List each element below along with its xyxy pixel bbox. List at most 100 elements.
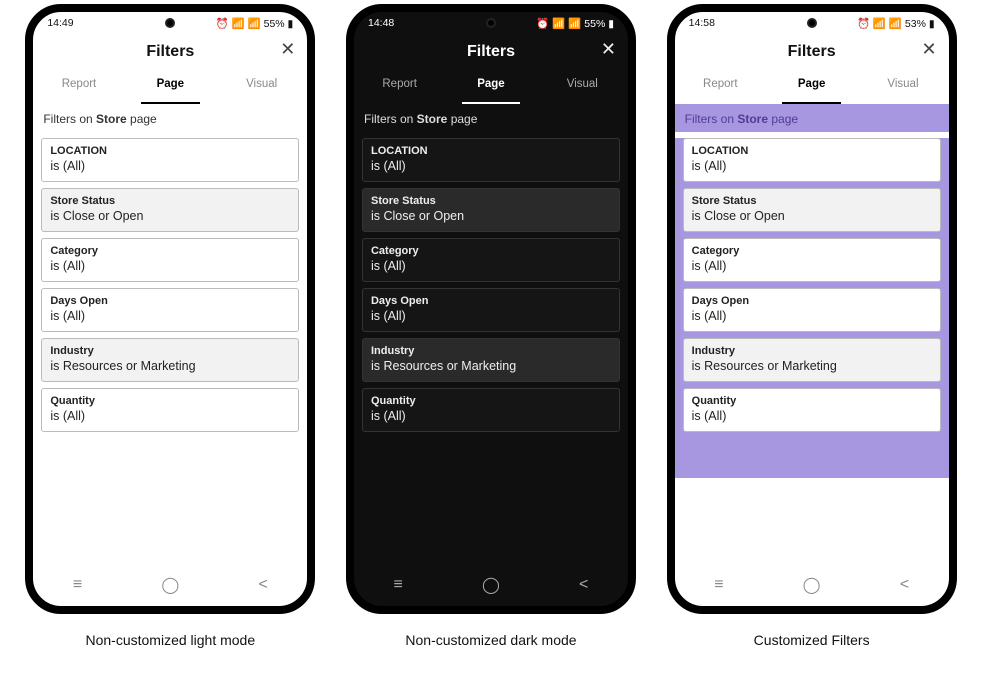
chevron-right-icon [920,245,932,257]
tab-visual[interactable]: Visual [857,70,948,104]
filter-card-category[interactable]: Category is (All) [41,238,299,282]
nav-back-icon[interactable]: < [579,576,588,594]
filter-card-location[interactable]: LOCATION is (All) [41,138,299,182]
eraser-icon[interactable] [577,345,589,357]
filters-subhead: Filters on Store page [354,104,628,132]
chevron-right-icon [599,145,611,157]
filter-value: is Resources or Marketing [692,359,932,373]
phone-dark-wrap: 14:48 ⏰ 📶 📶 55% ▮ Filters ✕ Report Page … [346,4,636,648]
filter-value: is (All) [371,259,611,273]
status-time: 14:48 [368,17,394,29]
filter-card-quantity[interactable]: Quantity is (All) [362,388,620,432]
close-icon[interactable]: ✕ [922,40,937,58]
nav-home-icon[interactable]: ◯ [482,575,500,595]
status-right: ⏰ 📶 📶 53% ▮ [857,17,935,30]
filter-label: Industry [371,345,611,357]
nav-back-icon[interactable]: < [900,576,909,594]
tab-page[interactable]: Page [125,70,216,104]
filter-label: Quantity [50,395,290,407]
title-bar: Filters ✕ [33,34,307,70]
tab-report[interactable]: Report [33,70,124,104]
nav-recent-icon[interactable]: ≡ [714,576,723,594]
status-time: 14:58 [689,17,715,29]
lock-icon [920,195,932,207]
filter-value: is (All) [371,409,611,423]
chevron-right-icon [278,295,290,307]
close-icon[interactable]: ✕ [280,40,295,58]
chevron-right-icon [278,395,290,407]
filter-card-industry[interactable]: Industry is Resources or Marketing [683,338,941,382]
filter-label: Category [371,245,611,257]
filters-subhead: Filters on Store page [33,104,307,132]
filters-subhead: Filters on Store page [675,104,949,132]
nav-recent-icon[interactable]: ≡ [394,576,403,594]
caption-dark: Non-customized dark mode [405,632,576,648]
nav-home-icon[interactable]: ◯ [803,575,821,595]
filter-label: Category [692,245,932,257]
phone-light-wrap: 14:49 ⏰ 📶 📶 55% ▮ Filters ✕ Report Page … [25,4,315,648]
filter-card-industry[interactable]: Industry is Resources or Marketing [41,338,299,382]
filter-card-quantity[interactable]: Quantity is (All) [41,388,299,432]
android-navbar: ≡ ◯ < [354,572,628,598]
filter-card-location[interactable]: LOCATION is (All) [362,138,620,182]
filter-card-quantity[interactable]: Quantity is (All) [683,388,941,432]
status-right: ⏰ 📶 📶 55% ▮ [216,17,294,30]
filter-value: is (All) [50,409,290,423]
chevron-right-icon [278,145,290,157]
page-title: Filters [467,43,515,61]
tab-page[interactable]: Page [445,70,536,104]
phone-dark: 14:48 ⏰ 📶 📶 55% ▮ Filters ✕ Report Page … [346,4,636,614]
tab-visual[interactable]: Visual [537,70,628,104]
filter-label: Industry [692,345,932,357]
title-bar: Filters ✕ [354,34,628,70]
close-icon[interactable]: ✕ [601,40,616,58]
filter-label: LOCATION [50,145,290,157]
filter-card-store-status[interactable]: Store Status is Close or Open [41,188,299,232]
page-title: Filters [146,43,194,61]
nav-back-icon[interactable]: < [258,576,267,594]
tab-report[interactable]: Report [675,70,766,104]
eraser-icon[interactable] [256,345,268,357]
filter-card-store-status[interactable]: Store Status is Close or Open [362,188,620,232]
chevron-right-icon [599,245,611,257]
filter-label: LOCATION [371,145,611,157]
filter-label: Days Open [50,295,290,307]
filter-card-location[interactable]: LOCATION is (All) [683,138,941,182]
filter-value: is Resources or Marketing [50,359,290,373]
chevron-right-icon [920,145,932,157]
filter-card-category[interactable]: Category is (All) [362,238,620,282]
filter-value: is (All) [50,259,290,273]
filter-card-days-open[interactable]: Days Open is (All) [683,288,941,332]
filter-value: is (All) [692,259,932,273]
android-navbar: ≡ ◯ < [33,572,307,598]
filter-value: is Resources or Marketing [371,359,611,373]
tab-report[interactable]: Report [354,70,445,104]
chevron-right-icon [920,295,932,307]
filter-card-days-open[interactable]: Days Open is (All) [362,288,620,332]
phone-custom: 14:58 ⏰ 📶 📶 53% ▮ Filters ✕ Report Page … [667,4,957,614]
nav-recent-icon[interactable]: ≡ [73,576,82,594]
filter-label: LOCATION [692,145,932,157]
tab-page[interactable]: Page [766,70,857,104]
tab-bar: Report Page Visual [33,70,307,104]
filter-label: Store Status [50,195,290,207]
nav-home-icon[interactable]: ◯ [161,575,179,595]
filter-list: LOCATION is (All) Store Status is Close … [675,138,949,478]
filter-value: is (All) [371,159,611,173]
filter-label: Store Status [692,195,932,207]
filter-label: Industry [50,345,290,357]
camera-dot [807,18,817,28]
tab-visual[interactable]: Visual [216,70,307,104]
filter-card-days-open[interactable]: Days Open is (All) [41,288,299,332]
filter-list: LOCATION is (All) Store Status is Close … [33,138,307,432]
filter-value: is (All) [50,159,290,173]
filter-card-category[interactable]: Category is (All) [683,238,941,282]
filter-label: Quantity [371,395,611,407]
filter-value: is (All) [692,309,932,323]
chevron-right-icon [278,345,290,357]
filter-value: is Close or Open [50,209,290,223]
filter-card-store-status[interactable]: Store Status is Close or Open [683,188,941,232]
filter-card-industry[interactable]: Industry is Resources or Marketing [362,338,620,382]
eraser-icon[interactable] [898,345,910,357]
filter-value: is (All) [50,309,290,323]
